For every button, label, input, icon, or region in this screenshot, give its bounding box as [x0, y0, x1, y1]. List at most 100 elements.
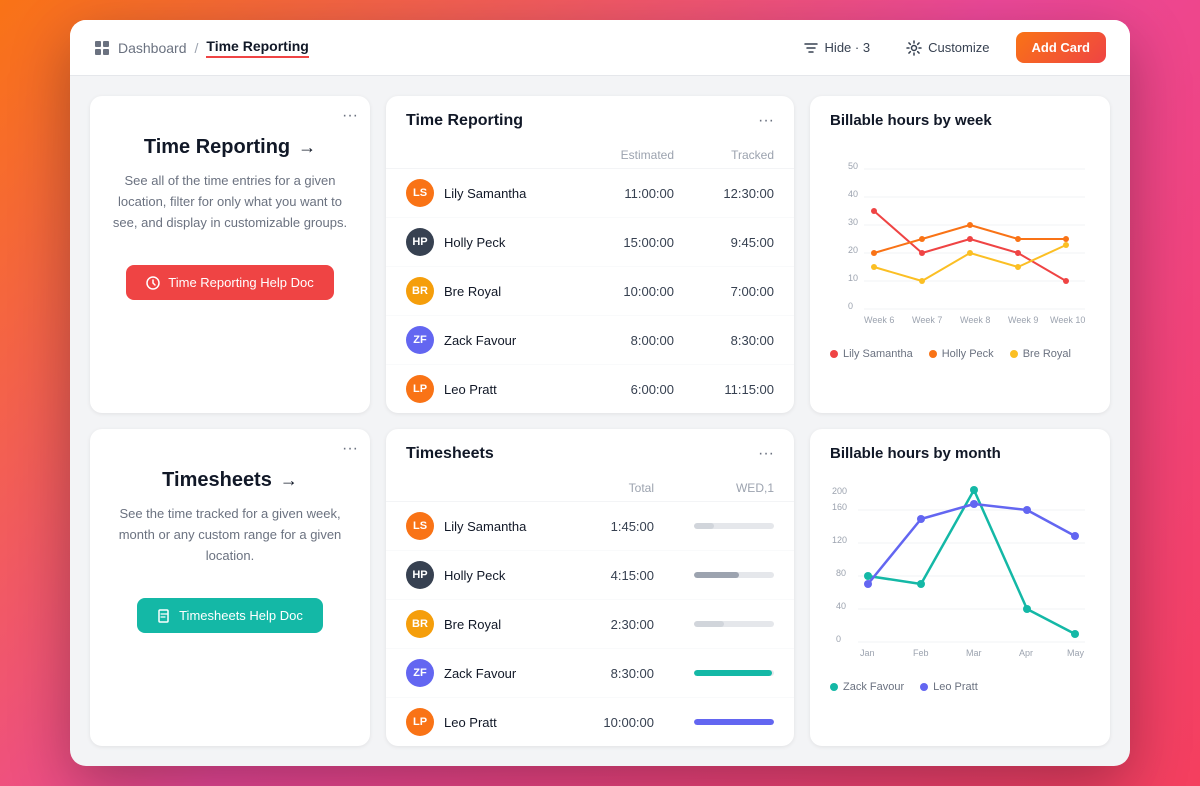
clock-icon [146, 276, 160, 290]
svg-text:Week 8: Week 8 [960, 315, 990, 325]
avatar: ZF [406, 326, 434, 354]
info-card-1-title: Time Reporting → [144, 136, 316, 159]
hide-icon [803, 40, 819, 56]
legend-lily: Lily Samantha [830, 348, 913, 360]
svg-text:Mar: Mar [966, 648, 982, 658]
svg-text:20: 20 [848, 245, 858, 255]
arrow-right-icon: → [298, 137, 316, 158]
table-title-2: Timesheets [406, 445, 494, 463]
user-cell: HP Holly Peck [406, 228, 554, 256]
table-row: HP Holly Peck 4:15:00 [386, 551, 794, 600]
progress-bar-bg [694, 670, 774, 676]
progress-bar-fill [694, 670, 772, 676]
table-row: BR Bre Royal 10:00:00 7:00:00 [386, 267, 794, 316]
svg-text:10: 10 [848, 273, 858, 283]
progress-bar-bg [694, 523, 774, 529]
user-cell: LP Leo Pratt [406, 375, 554, 403]
progress-bar-wrap [654, 523, 774, 529]
svg-text:50: 50 [848, 161, 858, 171]
tracked-time: 8:30:00 [674, 333, 774, 348]
svg-text:40: 40 [836, 601, 846, 611]
user-cell: HP Holly Peck [406, 561, 554, 589]
progress-bar-wrap [654, 670, 774, 676]
svg-text:80: 80 [836, 568, 846, 578]
user-cell: LS Lily Samantha [406, 512, 554, 540]
progress-bar-fill [694, 719, 774, 725]
user-cell: LS Lily Samantha [406, 179, 554, 207]
total-time: 2:30:00 [554, 617, 654, 632]
breadcrumb-separator: / [195, 40, 199, 56]
timesheets-table-card: Timesheets ··· Total WED,1 LS Lily Saman… [386, 429, 794, 746]
avatar: HP [406, 228, 434, 256]
legend-zack: Zack Favour [830, 681, 904, 693]
time-reporting-rows: LS Lily Samantha 11:00:00 12:30:00 HP Ho… [386, 169, 794, 413]
avatar: LS [406, 179, 434, 207]
svg-text:40: 40 [848, 189, 858, 199]
svg-text:Feb: Feb [913, 648, 929, 658]
progress-bar-bg [694, 719, 774, 725]
content-grid: ··· Time Reporting → See all of the time… [70, 76, 1130, 766]
monthly-chart-legend: Zack Favour Leo Pratt [830, 681, 1090, 693]
document-icon [157, 609, 171, 623]
avatar: LS [406, 512, 434, 540]
add-card-button[interactable]: Add Card [1016, 32, 1107, 63]
timesheets-help-button[interactable]: Timesheets Help Doc [137, 598, 323, 633]
table-menu-button-2[interactable]: ··· [758, 446, 774, 462]
tracked-time: 12:30:00 [674, 186, 774, 201]
gear-icon [906, 40, 922, 56]
table-row: ZF Zack Favour 8:00:00 8:30:00 [386, 316, 794, 365]
svg-text:200: 200 [832, 486, 847, 496]
weekly-chart-title: Billable hours by week [830, 112, 1090, 129]
breadcrumb-dashboard[interactable]: Dashboard [118, 40, 187, 56]
progress-bar-fill [694, 523, 714, 529]
svg-text:Week 7: Week 7 [912, 315, 942, 325]
table-row: ZF Zack Favour 8:30:00 [386, 649, 794, 698]
main-container: Dashboard / Time Reporting Hide · 3 Cust… [70, 20, 1130, 766]
estimated-time: 15:00:00 [554, 235, 674, 250]
user-cell: BR Bre Royal [406, 277, 554, 305]
svg-text:Week 9: Week 9 [1008, 315, 1038, 325]
monthly-chart-card: Billable hours by month 0 40 80 120 160 … [810, 429, 1110, 746]
svg-text:0: 0 [836, 634, 841, 644]
info-card-2-desc: See the time tracked for a given week, m… [110, 504, 350, 566]
svg-text:0: 0 [848, 301, 853, 311]
customize-button[interactable]: Customize [896, 34, 999, 62]
progress-bar-fill [694, 621, 724, 627]
progress-bar-wrap [654, 621, 774, 627]
svg-text:Week 6: Week 6 [864, 315, 894, 325]
avatar: ZF [406, 659, 434, 687]
monthly-chart-title: Billable hours by month [830, 445, 1090, 462]
avatar: BR [406, 277, 434, 305]
estimated-time: 6:00:00 [554, 382, 674, 397]
avatar: LP [406, 708, 434, 736]
hide-button[interactable]: Hide · 3 [793, 34, 881, 62]
card-menu-button-1[interactable]: ··· [342, 108, 358, 124]
svg-text:Apr: Apr [1019, 648, 1033, 658]
user-cell: ZF Zack Favour [406, 326, 554, 354]
ts-cols: Total WED,1 [386, 475, 794, 502]
progress-bar-wrap [654, 572, 774, 578]
legend-leo: Leo Pratt [920, 681, 978, 693]
table-row: LP Leo Pratt 6:00:00 11:15:00 [386, 365, 794, 413]
avatar: BR [406, 610, 434, 638]
table-title-1: Time Reporting [406, 112, 523, 130]
progress-bar-bg [694, 572, 774, 578]
avatar: LP [406, 375, 434, 403]
tracked-time: 7:00:00 [674, 284, 774, 299]
table-header-2: Timesheets ··· [386, 429, 794, 475]
card-menu-button-2[interactable]: ··· [342, 441, 358, 457]
timesheets-rows: LS Lily Samantha 1:45:00 HP Holly Peck 4… [386, 502, 794, 746]
tracked-time: 11:15:00 [674, 382, 774, 397]
table-menu-button-1[interactable]: ··· [758, 113, 774, 129]
estimated-time: 11:00:00 [554, 186, 674, 201]
estimated-time: 10:00:00 [554, 284, 674, 299]
progress-bar-bg [694, 621, 774, 627]
info-card-2-title: Timesheets → [162, 469, 298, 492]
total-time: 4:15:00 [554, 568, 654, 583]
table-header-1: Time Reporting ··· [386, 96, 794, 142]
table-row: LP Leo Pratt 10:00:00 [386, 698, 794, 746]
tracked-time: 9:45:00 [674, 235, 774, 250]
timesheets-info-card: ··· Timesheets → See the time tracked fo… [90, 429, 370, 746]
time-reporting-help-button[interactable]: Time Reporting Help Doc [126, 265, 333, 300]
weekly-chart-card: Billable hours by week 0 10 20 30 40 50 … [810, 96, 1110, 413]
